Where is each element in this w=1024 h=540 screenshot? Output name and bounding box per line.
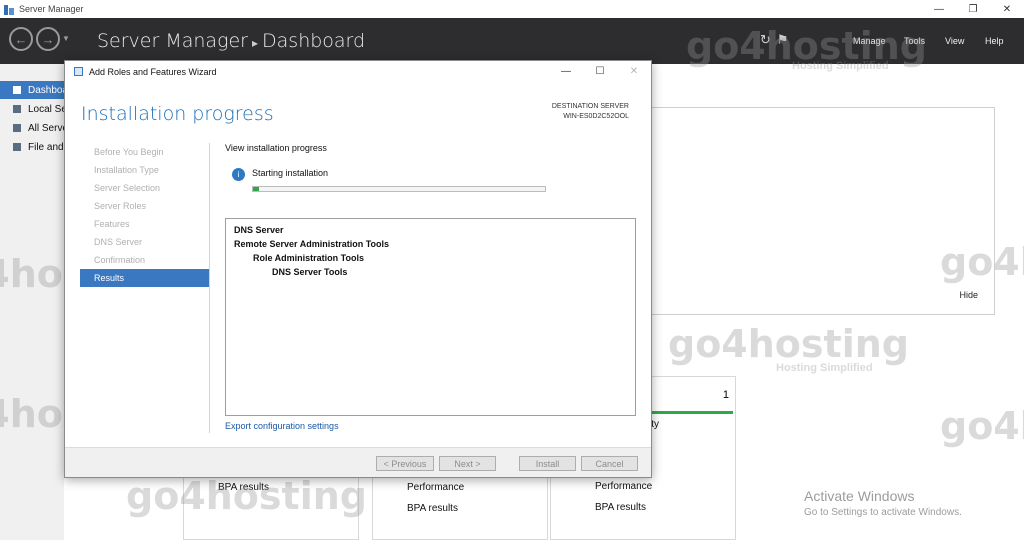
add-roles-wizard-dialog: Add Roles and Features Wizard — ☐ ✕ Inst… — [64, 60, 652, 478]
tile-performance[interactable]: Performance — [407, 482, 464, 493]
back-arrow-icon[interactable]: ← — [9, 27, 33, 51]
menu-manage[interactable]: Manage — [853, 36, 886, 46]
wizard-steps: Before You Begin Installation Type Serve… — [80, 143, 209, 287]
sidebar-item-all-servers[interactable]: All Servers — [0, 119, 64, 137]
storage-icon — [12, 142, 22, 152]
install-button[interactable]: Install — [519, 456, 576, 471]
result-item: DNS Server Tools — [272, 267, 348, 277]
refresh-icon[interactable]: ↻ — [760, 32, 771, 48]
wizard-heading: Installation progress — [81, 103, 274, 125]
step-features: Features — [94, 219, 130, 229]
cancel-button[interactable]: Cancel — [581, 456, 638, 471]
sidebar-item-label: File and Storage Services — [28, 141, 64, 153]
breadcrumb: Server Manager ▸ Dashboard — [97, 30, 365, 52]
breadcrumb-root[interactable]: Server Manager — [97, 30, 248, 52]
menu-help[interactable]: Help — [985, 36, 1004, 46]
sidebar-item-label: All Servers — [28, 122, 64, 134]
tile-bpa-results[interactable]: BPA results — [595, 502, 646, 513]
previous-button[interactable]: < Previous — [376, 456, 434, 471]
next-button[interactable]: Next > — [439, 456, 496, 471]
sidebar-item-file-storage[interactable]: File and Storage Services — [0, 138, 64, 156]
activate-windows-notice: Activate Windows Go to Settings to activ… — [804, 488, 962, 518]
sidebar-item-dashboard[interactable]: Dashboard — [0, 81, 64, 99]
window-title-bar: Server Manager — ❐ ✕ — [0, 0, 1024, 18]
tile-performance[interactable]: Performance — [595, 481, 652, 492]
wizard-close-button[interactable]: ✕ — [617, 61, 651, 82]
wizard-footer: < Previous Next > Install Cancel — [65, 447, 651, 477]
tile-count: 1 — [722, 389, 729, 401]
window-title: Server Manager — [19, 4, 84, 14]
wizard-maximize-button[interactable]: ☐ — [583, 61, 617, 82]
sidebar-item-label: Local Server — [28, 103, 64, 115]
history-dropdown-icon[interactable]: ▼ — [62, 34, 70, 43]
watermark-tagline: Hosting Simplified — [776, 362, 873, 374]
installation-progress-bar — [252, 186, 546, 192]
step-dns-server: DNS Server — [94, 237, 143, 247]
dashboard-icon — [12, 85, 22, 95]
view-progress-label: View installation progress — [225, 143, 327, 153]
results-list: DNS Server Remote Server Administration … — [225, 218, 636, 416]
step-before-you-begin: Before You Begin — [94, 147, 164, 157]
sidebar: Dashboard Local Server All Servers File … — [0, 64, 64, 540]
header-icons: ↻ ⚑ — [760, 32, 789, 48]
destination-server-name: WIN-ES0D2C52OOL — [563, 113, 629, 120]
destination-label: DESTINATION SERVER — [551, 103, 629, 110]
steps-divider — [209, 143, 210, 433]
flag-icon[interactable]: ⚑ — [777, 32, 789, 48]
breadcrumb-page: Dashboard — [262, 30, 366, 52]
installation-status: Starting installation — [252, 168, 329, 178]
sidebar-item-label: Dashboard — [28, 84, 64, 96]
step-installation-type: Installation Type — [94, 165, 159, 175]
wizard-minimize-button[interactable]: — — [549, 61, 583, 82]
activate-subtitle: Go to Settings to activate Windows. — [804, 507, 962, 518]
restore-button[interactable]: ❐ — [956, 0, 990, 18]
tile-bpa-results[interactable]: BPA results — [407, 503, 458, 514]
wizard-title: Add Roles and Features Wizard — [89, 66, 217, 77]
hide-link[interactable]: Hide — [959, 290, 978, 300]
export-configuration-link[interactable]: Export configuration settings — [225, 421, 339, 431]
menu-tools[interactable]: Tools — [904, 36, 925, 46]
step-results[interactable]: Results — [80, 269, 209, 287]
server-group-tile[interactable]: Performance BPA results — [372, 478, 548, 540]
destination-server: DESTINATION SERVER WIN-ES0D2C52OOL — [552, 102, 629, 122]
step-server-selection: Server Selection — [94, 183, 161, 193]
minimize-button[interactable]: — — [922, 0, 956, 18]
menu-view[interactable]: View — [945, 36, 964, 46]
step-server-roles: Server Roles — [94, 201, 147, 211]
wizard-title-bar: Add Roles and Features Wizard — ☐ ✕ — [65, 61, 651, 82]
sidebar-item-local-server[interactable]: Local Server — [0, 100, 64, 118]
info-icon: i — [232, 168, 245, 181]
progress-fill — [253, 187, 259, 191]
wizard-icon — [73, 66, 84, 77]
activate-title: Activate Windows — [804, 488, 915, 504]
servers-icon — [12, 123, 22, 133]
result-item: Role Administration Tools — [253, 253, 365, 263]
server-group-tile[interactable]: BPA results — [183, 478, 359, 540]
welcome-panel: Hide — [652, 107, 995, 315]
tile-bpa-results[interactable]: BPA results — [218, 482, 269, 493]
step-confirmation: Confirmation — [94, 255, 146, 265]
app-header: ← → ▼ Server Manager ▸ Dashboard ↻ ⚑ Manag… — [0, 18, 1024, 64]
server-manager-icon — [4, 4, 14, 15]
result-item: DNS Server — [234, 225, 284, 235]
watermark-logo: go4hosting — [668, 322, 909, 366]
server-icon — [12, 104, 22, 114]
close-button[interactable]: ✕ — [990, 0, 1024, 18]
breadcrumb-separator-icon: ▸ — [251, 36, 259, 50]
forward-arrow-icon[interactable]: → — [36, 27, 60, 51]
result-item: Remote Server Administration Tools — [234, 239, 390, 249]
watermark-logo: go4hosting — [940, 404, 1024, 448]
